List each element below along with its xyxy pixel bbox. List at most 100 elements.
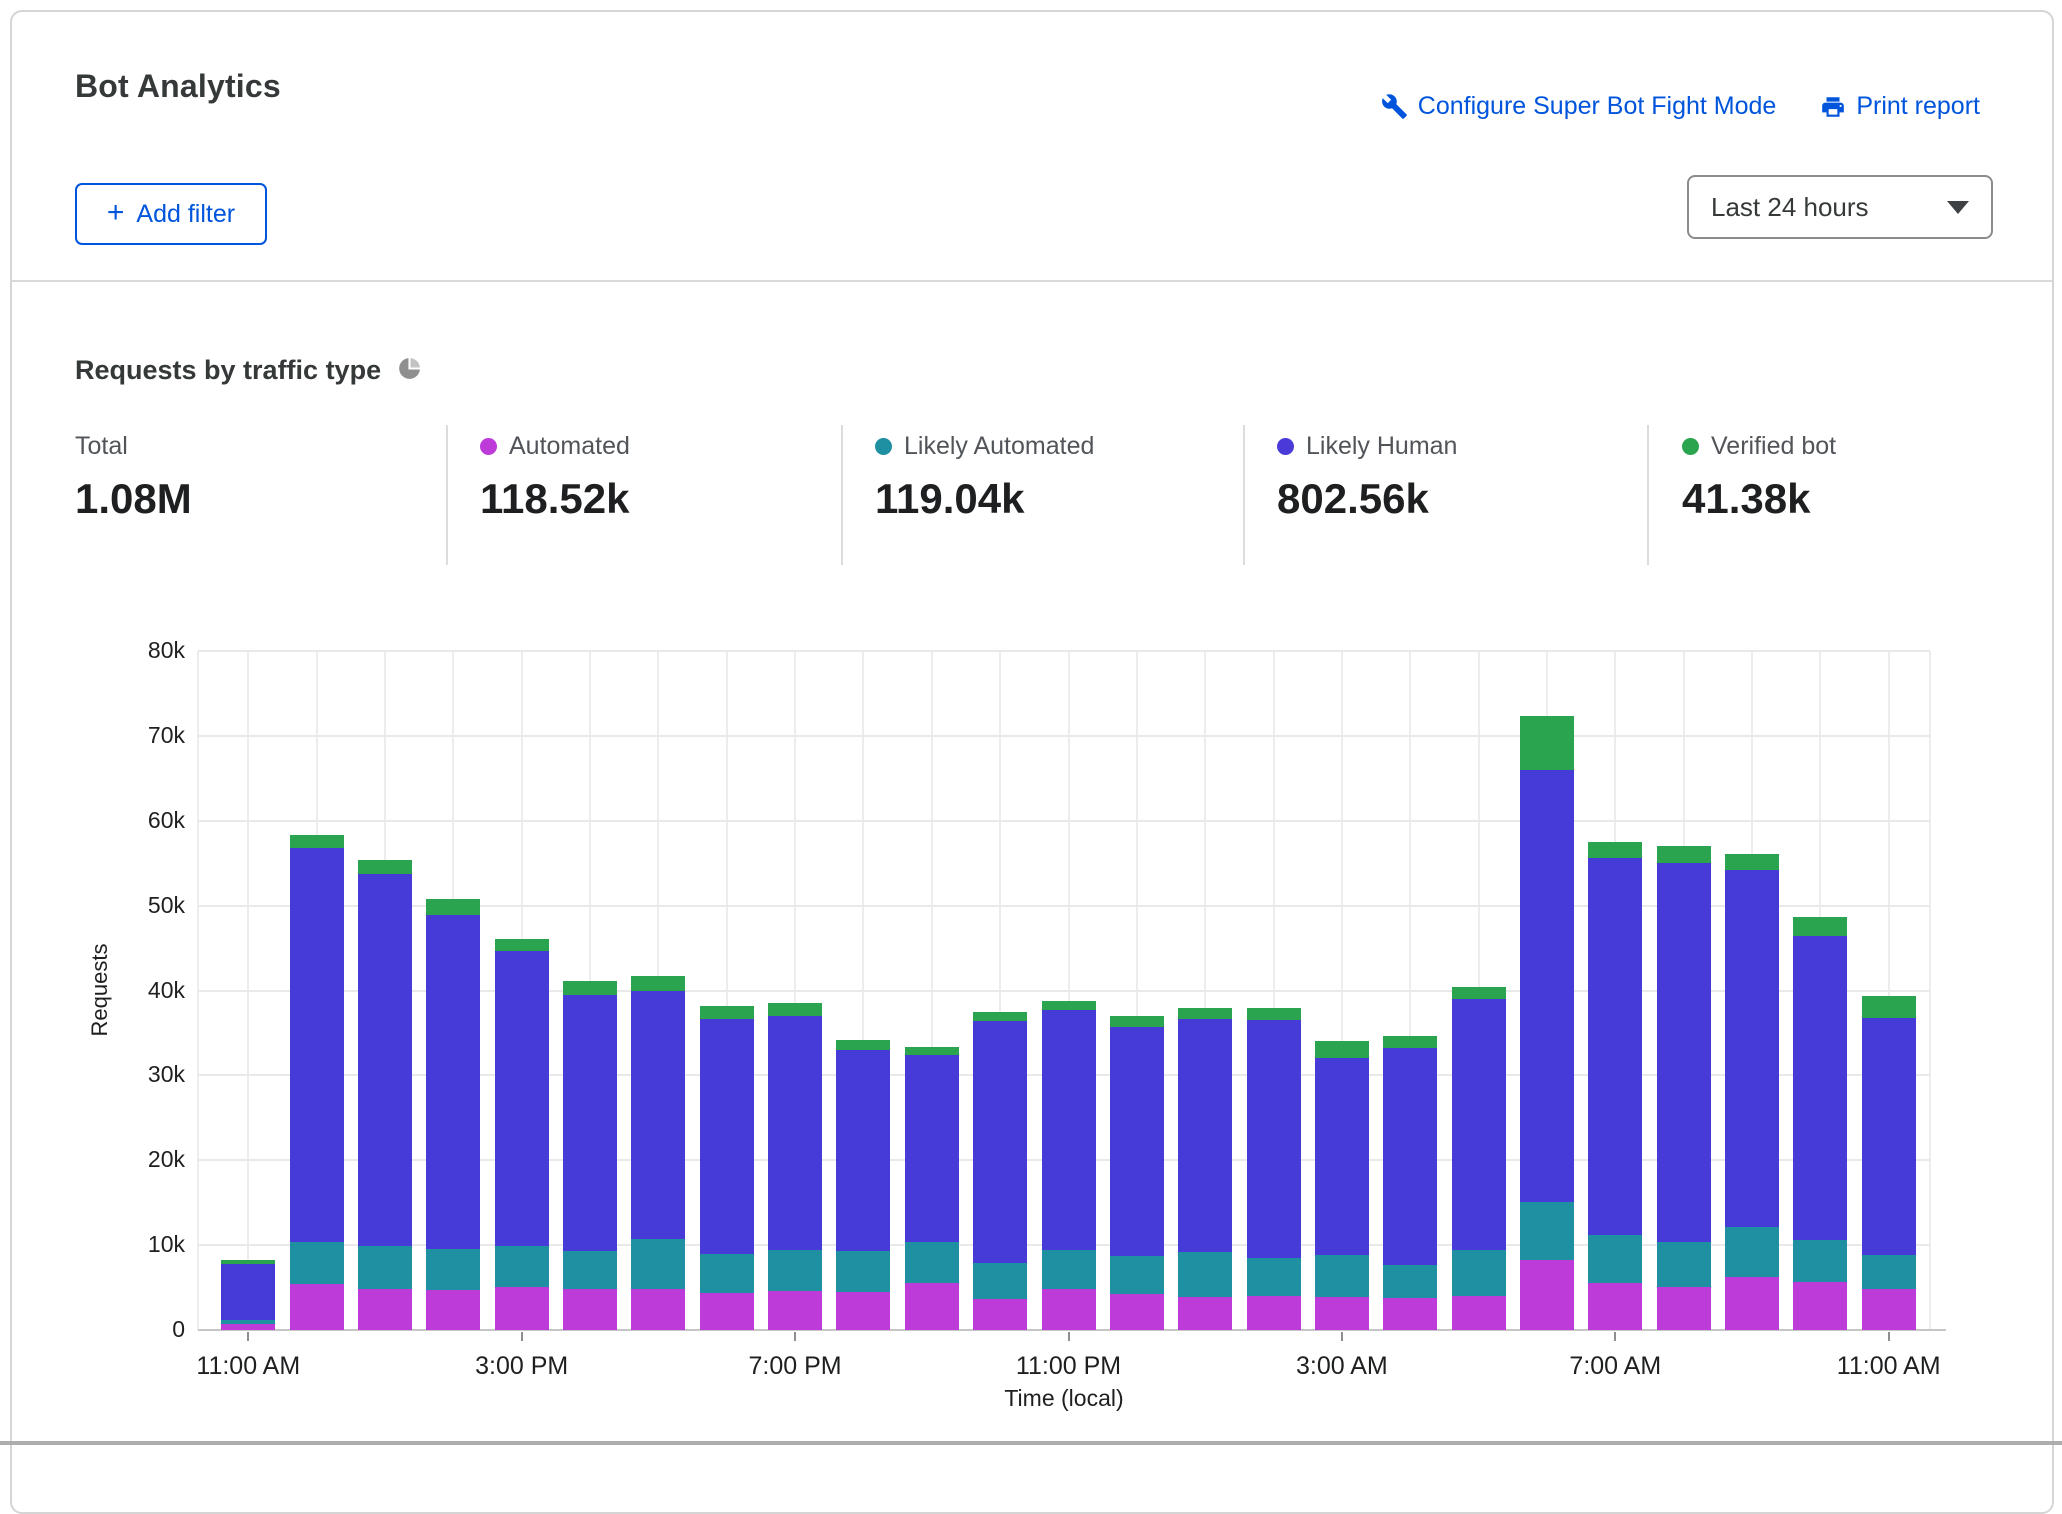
bar-segment-verified-bot[interactable] [1315, 1041, 1369, 1057]
bar-segment-likely-automated[interactable] [1178, 1252, 1232, 1297]
bar-segment-likely-human[interactable] [973, 1021, 1027, 1263]
print-report-link[interactable]: Print report [1820, 92, 1980, 121]
bar-segment-likely-automated[interactable] [563, 1251, 617, 1289]
bar-segment-verified-bot[interactable] [1520, 716, 1574, 769]
bar-segment-likely-human[interactable] [358, 874, 412, 1246]
bar-segment-automated[interactable] [836, 1292, 890, 1330]
bar-segment-automated[interactable] [1247, 1296, 1301, 1330]
bar-segment-likely-automated[interactable] [221, 1320, 275, 1324]
bar-segment-likely-human[interactable] [1520, 770, 1574, 1202]
bar-segment-likely-automated[interactable] [1520, 1202, 1574, 1260]
bar-segment-likely-human[interactable] [1657, 863, 1711, 1242]
bar-segment-likely-human[interactable] [768, 1016, 822, 1250]
bar-segment-likely-human[interactable] [905, 1055, 959, 1242]
bar-segment-likely-automated[interactable] [1452, 1250, 1506, 1296]
bar-segment-verified-bot[interactable] [836, 1040, 890, 1050]
bar-segment-likely-human[interactable] [1110, 1027, 1164, 1256]
bar-segment-likely-human[interactable] [290, 848, 344, 1242]
bar-segment-likely-automated[interactable] [973, 1263, 1027, 1299]
bar-segment-automated[interactable] [973, 1299, 1027, 1330]
bar-segment-likely-human[interactable] [495, 951, 549, 1246]
bar-segment-automated[interactable] [290, 1284, 344, 1330]
bar-segment-likely-human[interactable] [221, 1264, 275, 1320]
bar-segment-verified-bot[interactable] [1452, 987, 1506, 999]
bar-segment-verified-bot[interactable] [221, 1260, 275, 1263]
bar-segment-automated[interactable] [1793, 1282, 1847, 1330]
bar-segment-automated[interactable] [1657, 1287, 1711, 1330]
bar-segment-likely-human[interactable] [1793, 936, 1847, 1240]
bar-segment-likely-automated[interactable] [768, 1250, 822, 1291]
bar-segment-verified-bot[interactable] [1247, 1008, 1301, 1020]
bar-segment-likely-automated[interactable] [700, 1254, 754, 1293]
bar-segment-automated[interactable] [358, 1289, 412, 1330]
bar-segment-verified-bot[interactable] [495, 939, 549, 952]
bar-segment-likely-human[interactable] [1452, 999, 1506, 1250]
bar-segment-automated[interactable] [221, 1324, 275, 1330]
bar-segment-verified-bot[interactable] [768, 1003, 822, 1016]
bar-segment-verified-bot[interactable] [426, 899, 480, 915]
bar-segment-automated[interactable] [1588, 1283, 1642, 1330]
bar-segment-verified-bot[interactable] [700, 1006, 754, 1020]
bar-segment-likely-automated[interactable] [495, 1246, 549, 1287]
bar-segment-verified-bot[interactable] [1178, 1008, 1232, 1019]
bar-segment-likely-automated[interactable] [1588, 1235, 1642, 1283]
add-filter-button[interactable]: + Add filter [75, 183, 267, 245]
bar-segment-likely-automated[interactable] [290, 1242, 344, 1284]
bar-segment-automated[interactable] [1315, 1297, 1369, 1330]
bar-segment-automated[interactable] [905, 1283, 959, 1330]
bar-segment-likely-human[interactable] [1588, 858, 1642, 1235]
bar-segment-automated[interactable] [1042, 1289, 1096, 1330]
bar-segment-automated[interactable] [631, 1289, 685, 1330]
bar-segment-verified-bot[interactable] [1725, 854, 1779, 870]
bar-segment-automated[interactable] [1862, 1289, 1916, 1330]
bar-segment-likely-human[interactable] [1178, 1019, 1232, 1252]
configure-super-bot-fight-mode-link[interactable]: Configure Super Bot Fight Mode [1381, 92, 1777, 121]
bar-segment-likely-automated[interactable] [1315, 1255, 1369, 1297]
bar-segment-verified-bot[interactable] [1042, 1001, 1096, 1010]
bar-segment-likely-automated[interactable] [631, 1239, 685, 1289]
bar-segment-likely-human[interactable] [1862, 1018, 1916, 1256]
bar-segment-verified-bot[interactable] [973, 1012, 1027, 1021]
bar-segment-verified-bot[interactable] [1588, 842, 1642, 858]
bar-segment-likely-human[interactable] [1383, 1048, 1437, 1265]
bar-segment-automated[interactable] [1383, 1298, 1437, 1330]
bar-segment-likely-automated[interactable] [426, 1249, 480, 1290]
bar-segment-automated[interactable] [426, 1290, 480, 1330]
bar-segment-likely-automated[interactable] [1862, 1255, 1916, 1289]
bar-segment-likely-human[interactable] [631, 991, 685, 1239]
bar-segment-verified-bot[interactable] [290, 835, 344, 848]
bar-segment-likely-human[interactable] [426, 915, 480, 1249]
bar-segment-verified-bot[interactable] [1862, 996, 1916, 1017]
bar-segment-likely-human[interactable] [836, 1050, 890, 1251]
bar-segment-likely-automated[interactable] [1725, 1227, 1779, 1277]
bar-segment-verified-bot[interactable] [1657, 846, 1711, 863]
bar-segment-automated[interactable] [700, 1293, 754, 1330]
bar-segment-likely-automated[interactable] [1042, 1250, 1096, 1289]
bar-segment-likely-automated[interactable] [358, 1246, 412, 1289]
bar-segment-likely-automated[interactable] [836, 1251, 890, 1292]
bar-segment-verified-bot[interactable] [1110, 1016, 1164, 1027]
bar-segment-likely-automated[interactable] [1110, 1256, 1164, 1293]
bar-segment-automated[interactable] [1110, 1294, 1164, 1330]
time-range-dropdown[interactable]: Last 24 hours [1687, 175, 1993, 239]
bar-segment-automated[interactable] [1725, 1277, 1779, 1330]
bar-segment-verified-bot[interactable] [905, 1047, 959, 1055]
bar-segment-automated[interactable] [1452, 1296, 1506, 1330]
bar-segment-likely-human[interactable] [1247, 1020, 1301, 1258]
bar-segment-verified-bot[interactable] [358, 860, 412, 874]
bar-segment-likely-human[interactable] [700, 1019, 754, 1253]
bar-segment-likely-human[interactable] [563, 995, 617, 1251]
bar-segment-verified-bot[interactable] [1383, 1036, 1437, 1048]
bar-segment-likely-automated[interactable] [1793, 1240, 1847, 1282]
bar-segment-automated[interactable] [563, 1289, 617, 1330]
bar-segment-likely-human[interactable] [1042, 1010, 1096, 1250]
bar-segment-verified-bot[interactable] [1793, 917, 1847, 937]
bar-segment-likely-human[interactable] [1725, 870, 1779, 1227]
bar-segment-likely-automated[interactable] [1657, 1242, 1711, 1287]
bar-segment-likely-automated[interactable] [905, 1242, 959, 1284]
bar-segment-verified-bot[interactable] [631, 976, 685, 991]
bar-segment-automated[interactable] [495, 1287, 549, 1330]
bar-segment-likely-automated[interactable] [1383, 1265, 1437, 1297]
bar-segment-automated[interactable] [1178, 1297, 1232, 1330]
bar-segment-likely-human[interactable] [1315, 1058, 1369, 1256]
